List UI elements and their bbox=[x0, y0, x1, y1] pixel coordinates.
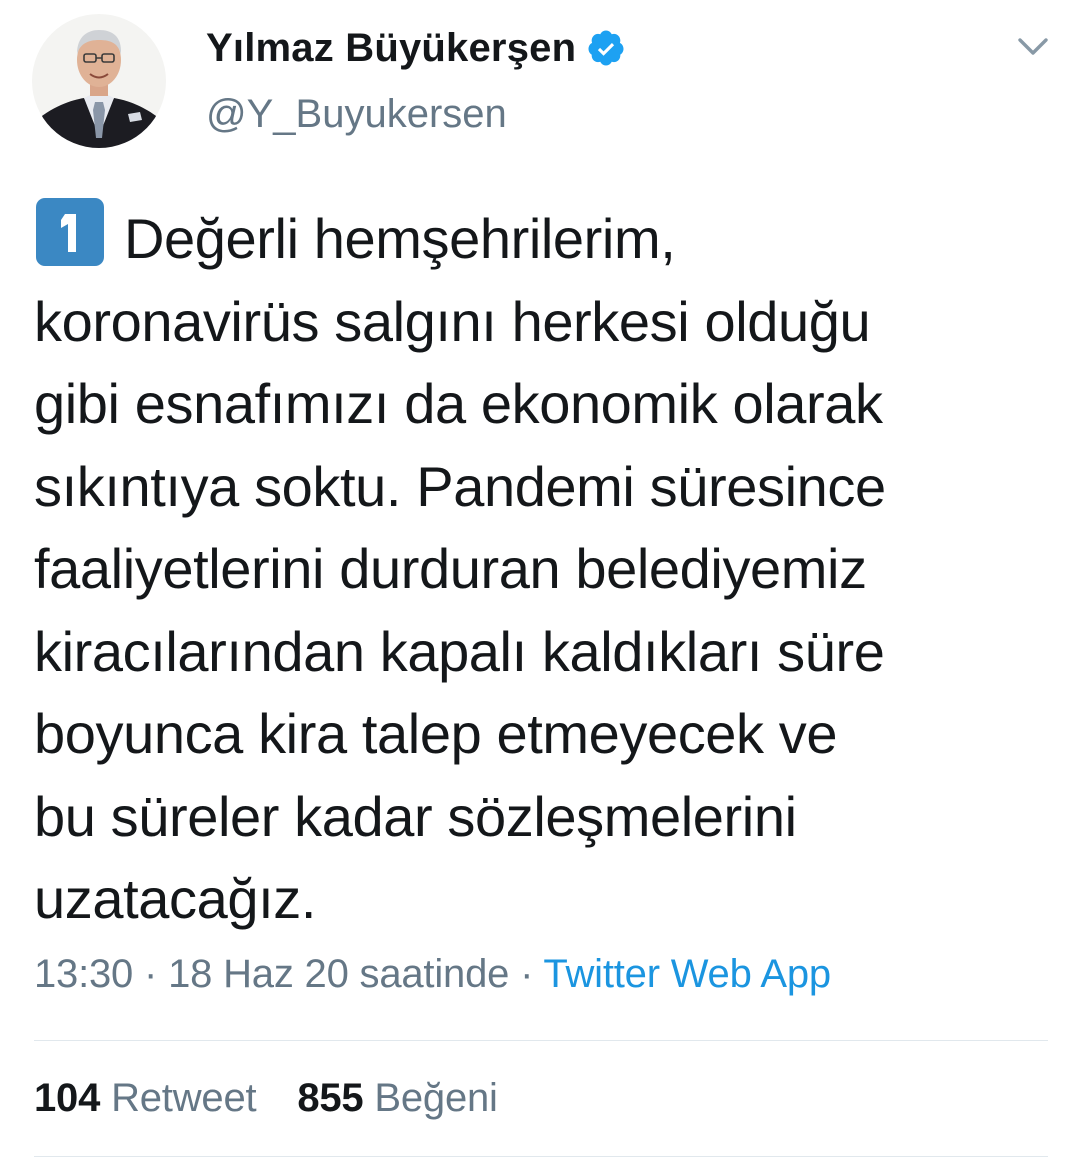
tweet-text-line: bu süreler kadar sözleşmelerini bbox=[34, 784, 797, 848]
like-label: Beğeni bbox=[374, 1076, 498, 1120]
author-handle[interactable]: @Y_Buyukersen bbox=[206, 92, 507, 137]
tweet-text-line: koronavirüs salgını herkesi olduğu bbox=[34, 289, 871, 353]
tweet-text-line: boyunca kira talep etmeyecek ve bbox=[34, 702, 838, 765]
retweet-count: 104 bbox=[34, 1076, 101, 1120]
tweet-source-link[interactable]: Twitter Web App bbox=[543, 952, 831, 996]
retweet-label: Retweet bbox=[111, 1076, 257, 1120]
tweet-text-line: uzatacağız. bbox=[34, 867, 316, 930]
tweet-text-line: kiracılarından kapalı kaldıkları süre bbox=[34, 619, 885, 683]
avatar-photo-icon bbox=[32, 14, 166, 148]
tweet-text-line: faaliyetlerini durduran belediyemiz bbox=[34, 537, 867, 600]
tweet-detail: Yılmaz Büyükerşen @Y_Buyukersen Değerli … bbox=[0, 0, 1080, 1157]
tweet-text-line: Değerli hemşehrilerim, bbox=[34, 196, 1064, 281]
meta-separator: · bbox=[520, 952, 534, 996]
tweet-text-line: sıkıntıya soktu. Pandemi süresince bbox=[34, 454, 886, 518]
divider bbox=[34, 1040, 1048, 1041]
verified-badge-icon bbox=[586, 28, 626, 68]
tweet-time[interactable]: 13:30 bbox=[34, 952, 133, 996]
tweet-stats: 104 Retweet 855 Beğeni bbox=[34, 1076, 528, 1121]
author-avatar[interactable] bbox=[32, 14, 166, 148]
tweet-meta: 13:30 · 18 Haz 20 saatinde · Twitter Web… bbox=[34, 952, 831, 997]
retweet-count-link[interactable]: 104 Retweet bbox=[34, 1076, 257, 1120]
author-display-name[interactable]: Yılmaz Büyükerşen bbox=[206, 26, 576, 71]
tweet-date[interactable]: 18 Haz 20 saatinde bbox=[168, 952, 509, 996]
like-count: 855 bbox=[297, 1076, 364, 1120]
tweet-text-line: gibi esnafımızı da ekonomik olarak bbox=[34, 372, 883, 435]
tweet-text: Değerli hemşehrilerim, koronavirüs salgı… bbox=[34, 196, 1064, 941]
author-name-row[interactable]: Yılmaz Büyükerşen bbox=[206, 22, 626, 74]
chevron-down-icon[interactable] bbox=[1016, 34, 1050, 60]
keycap-1-emoji-icon bbox=[34, 196, 106, 268]
tweet-text-line-content: Değerli hemşehrilerim, bbox=[124, 207, 676, 270]
like-count-link[interactable]: 855 Beğeni bbox=[297, 1076, 498, 1120]
meta-separator: · bbox=[144, 952, 158, 996]
